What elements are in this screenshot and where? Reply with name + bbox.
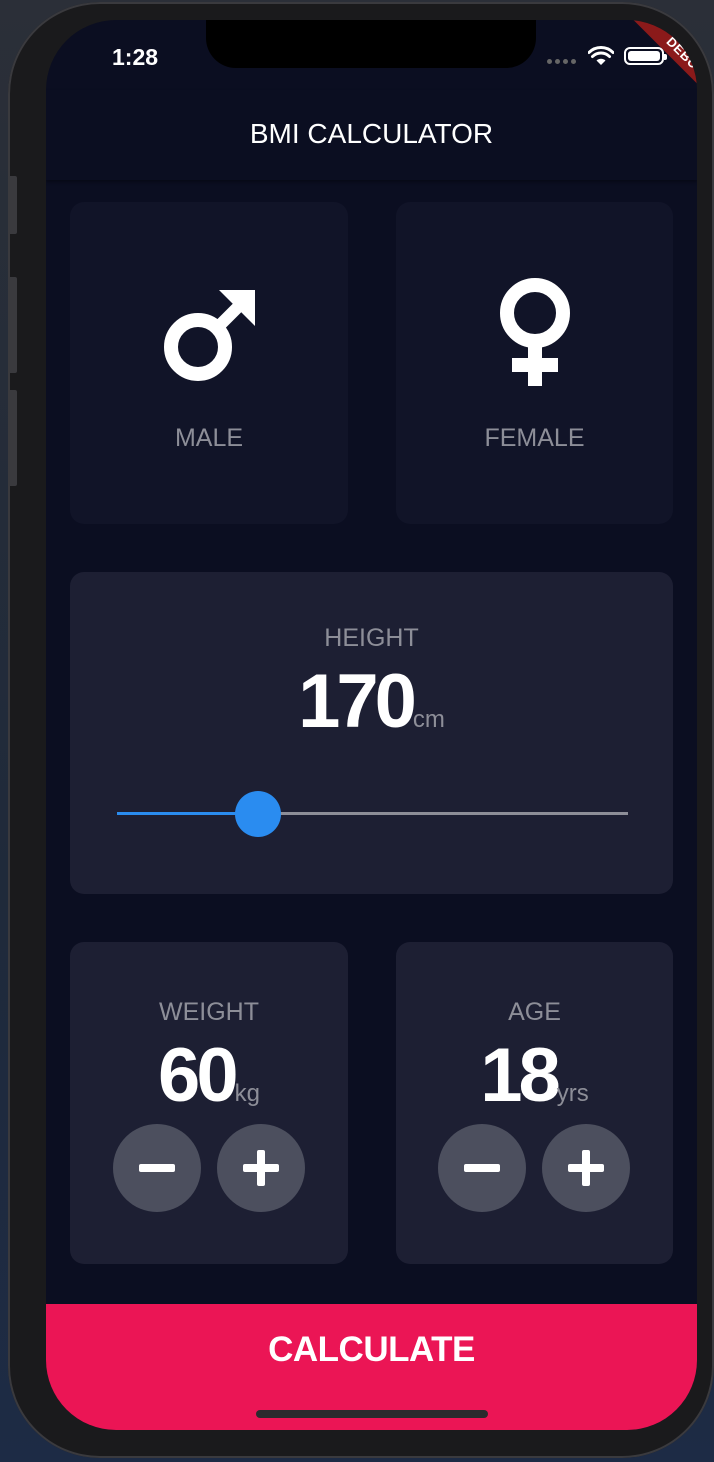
weight-minus-button[interactable]: [113, 1124, 201, 1212]
volume-down-button: [8, 390, 17, 486]
cellular-signal-icon: [547, 59, 576, 64]
plus-icon: [243, 1150, 279, 1186]
notch: [206, 20, 536, 68]
minus-icon: [464, 1164, 500, 1172]
height-unit: cm: [412, 706, 445, 733]
venus-icon: [499, 278, 570, 386]
female-label: FEMALE: [484, 424, 585, 452]
weight-value: 60: [158, 1033, 239, 1118]
battery-icon: [624, 47, 667, 65]
home-indicator[interactable]: [256, 1410, 488, 1418]
male-card[interactable]: MALE: [70, 202, 348, 524]
calculate-label: CALCULATE: [268, 1330, 475, 1369]
age-plus-button[interactable]: [542, 1124, 630, 1212]
mute-switch: [8, 176, 17, 234]
age-value-row: 18yrs: [396, 1032, 673, 1119]
weight-unit: kg: [234, 1080, 260, 1107]
weight-card: WEIGHT 60kg: [70, 942, 348, 1264]
female-card[interactable]: FEMALE: [396, 202, 673, 524]
mars-icon: [164, 290, 255, 381]
height-value-row: 170cm: [70, 658, 673, 745]
plus-icon: [568, 1150, 604, 1186]
male-label: MALE: [174, 424, 244, 452]
slider-thumb[interactable]: [234, 791, 281, 837]
app-screen: 1:28 BMI CALCULATOR MALE FEMALE HEIGHT 1…: [46, 20, 697, 1430]
height-card: HEIGHT 170cm: [70, 572, 673, 894]
height-value: 170: [298, 659, 417, 744]
age-card: AGE 18yrs: [396, 942, 673, 1264]
page-title: BMI CALCULATOR: [249, 118, 494, 149]
height-label: HEIGHT: [324, 624, 419, 652]
age-value: 18: [480, 1033, 561, 1118]
age-minus-button[interactable]: [438, 1124, 526, 1212]
status-time: 1:28: [112, 44, 159, 70]
wifi-icon: [588, 46, 614, 65]
weight-value-row: 60kg: [70, 1032, 348, 1119]
weight-plus-button[interactable]: [217, 1124, 305, 1212]
minus-icon: [139, 1164, 175, 1172]
weight-label: WEIGHT: [159, 998, 259, 1026]
age-label: AGE: [508, 998, 561, 1026]
height-slider[interactable]: [117, 791, 628, 837]
age-unit: yrs: [556, 1080, 589, 1107]
volume-up-button: [8, 277, 17, 373]
phone-frame: 1:28 BMI CALCULATOR MALE FEMALE HEIGHT 1…: [8, 2, 714, 1458]
